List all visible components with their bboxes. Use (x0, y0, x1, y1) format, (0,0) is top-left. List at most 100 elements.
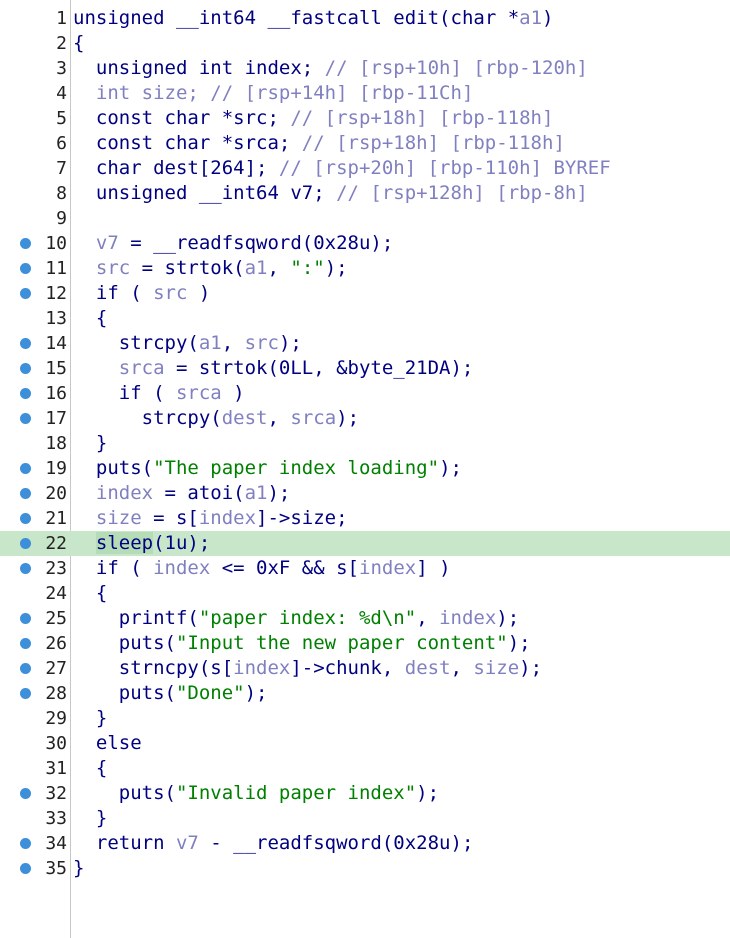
breakpoint-dot-icon[interactable] (20, 563, 31, 574)
code-line-9[interactable]: 9 (0, 206, 730, 231)
code-line-25[interactable]: 25 printf("paper index: %d\n", index); (0, 606, 730, 631)
code-line-10[interactable]: 10 v7 = __readfsqword(0x28u); (0, 231, 730, 256)
code-text[interactable]: int size; // [rsp+14h] [rbp-11Ch] (73, 81, 474, 106)
breakpoint-dot-icon[interactable] (20, 663, 31, 674)
line-gutter[interactable]: 24 (0, 581, 70, 606)
code-text[interactable]: if ( src ) (73, 281, 210, 306)
breakpoint-dot-icon[interactable] (20, 363, 31, 374)
code-line-34[interactable]: 34 return v7 - __readfsqword(0x28u); (0, 831, 730, 856)
line-gutter[interactable]: 2 (0, 31, 70, 56)
code-text[interactable]: strcpy(dest, srca); (73, 406, 359, 431)
code-line-13[interactable]: 13 { (0, 306, 730, 331)
line-gutter[interactable]: 26 (0, 631, 70, 656)
line-gutter[interactable]: 3 (0, 56, 70, 81)
code-text[interactable]: if ( srca ) (73, 381, 245, 406)
code-line-32[interactable]: 32 puts("Invalid paper index"); (0, 781, 730, 806)
pseudocode-editor[interactable]: 1 unsigned __int64 __fastcall edit(char *… (0, 0, 730, 938)
breakpoint-dot-icon[interactable] (20, 538, 31, 549)
line-gutter[interactable]: 16 (0, 381, 70, 406)
code-line-22[interactable]: 22 sleep(1u); (0, 531, 730, 556)
code-text[interactable]: puts("Done"); (73, 681, 268, 706)
line-gutter[interactable]: 23 (0, 556, 70, 581)
code-text[interactable]: src = strtok(a1, ":"); (73, 256, 348, 281)
line-gutter[interactable]: 7 (0, 156, 70, 181)
line-gutter[interactable]: 6 (0, 131, 70, 156)
code-line-21[interactable]: 21 size = s[index]->size; (0, 506, 730, 531)
line-gutter[interactable]: 20 (0, 481, 70, 506)
code-text[interactable]: size = s[index]->size; (73, 506, 348, 531)
line-gutter[interactable]: 9 (0, 206, 70, 231)
code-line-20[interactable]: 20 index = atoi(a1); (0, 481, 730, 506)
code-text[interactable]: else (73, 731, 142, 756)
code-text[interactable]: const char *srca; // [rsp+18h] [rbp-118h… (73, 131, 565, 156)
line-gutter[interactable]: 27 (0, 656, 70, 681)
code-text[interactable]: } (73, 706, 107, 731)
breakpoint-dot-icon[interactable] (20, 788, 31, 799)
line-gutter[interactable]: 8 (0, 181, 70, 206)
code-line-23[interactable]: 23 if ( index <= 0xF && s[index] ) (0, 556, 730, 581)
line-gutter[interactable]: 15 (0, 356, 70, 381)
breakpoint-dot-icon[interactable] (20, 513, 31, 524)
breakpoint-dot-icon[interactable] (20, 263, 31, 274)
code-text[interactable]: printf("paper index: %d\n", index); (73, 606, 519, 631)
breakpoint-dot-icon[interactable] (20, 463, 31, 474)
line-gutter[interactable]: 28 (0, 681, 70, 706)
code-text[interactable]: const char *src; // [rsp+18h] [rbp-118h] (73, 106, 554, 131)
code-line-17[interactable]: 17 strcpy(dest, srca); (0, 406, 730, 431)
line-gutter[interactable]: 5 (0, 106, 70, 131)
code-line-15[interactable]: 15 srca = strtok(0LL, &byte_21DA); (0, 356, 730, 381)
code-line-28[interactable]: 28 puts("Done"); (0, 681, 730, 706)
line-gutter[interactable]: 25 (0, 606, 70, 631)
line-gutter[interactable]: 4 (0, 81, 70, 106)
line-gutter[interactable]: 32 (0, 781, 70, 806)
breakpoint-dot-icon[interactable] (20, 238, 31, 249)
code-line-26[interactable]: 26 puts("Input the new paper content"); (0, 631, 730, 656)
code-line-5[interactable]: 5 const char *src; // [rsp+18h] [rbp-118… (0, 106, 730, 131)
code-line-2[interactable]: 2{ (0, 31, 730, 56)
line-gutter[interactable]: 18 (0, 431, 70, 456)
code-line-12[interactable]: 12 if ( src ) (0, 281, 730, 306)
breakpoint-dot-icon[interactable] (20, 413, 31, 424)
code-text[interactable]: puts("The paper index loading"); (73, 456, 462, 481)
code-text[interactable]: v7 = __readfsqword(0x28u); (73, 231, 393, 256)
line-gutter[interactable]: 12 (0, 281, 70, 306)
line-gutter[interactable]: 34 (0, 831, 70, 856)
code-line-16[interactable]: 16 if ( srca ) (0, 381, 730, 406)
code-line-14[interactable]: 14 strcpy(a1, src); (0, 331, 730, 356)
code-line-4[interactable]: 4 int size; // [rsp+14h] [rbp-11Ch] (0, 81, 730, 106)
code-line-30[interactable]: 30 else (0, 731, 730, 756)
breakpoint-dot-icon[interactable] (20, 863, 31, 874)
line-gutter[interactable]: 29 (0, 706, 70, 731)
line-gutter[interactable]: 22 (0, 531, 70, 556)
code-text[interactable]: strcpy(a1, src); (73, 331, 302, 356)
line-gutter[interactable]: 21 (0, 506, 70, 531)
breakpoint-dot-icon[interactable] (20, 638, 31, 649)
line-gutter[interactable]: 10 (0, 231, 70, 256)
line-gutter[interactable]: 13 (0, 306, 70, 331)
breakpoint-dot-icon[interactable] (20, 288, 31, 299)
code-line-35[interactable]: 35} (0, 856, 730, 881)
code-line-8[interactable]: 8 unsigned __int64 v7; // [rsp+128h] [rb… (0, 181, 730, 206)
code-text[interactable]: { (73, 581, 107, 606)
line-gutter[interactable]: 35 (0, 856, 70, 881)
code-line-27[interactable]: 27 strncpy(s[index]->chunk, dest, size); (0, 656, 730, 681)
code-text[interactable]: return v7 - __readfsqword(0x28u); (73, 831, 474, 856)
code-text[interactable]: { (73, 306, 107, 331)
breakpoint-dot-icon[interactable] (20, 338, 31, 349)
code-line-18[interactable]: 18 } (0, 431, 730, 456)
code-text[interactable]: { (73, 756, 107, 781)
code-line-19[interactable]: 19 puts("The paper index loading"); (0, 456, 730, 481)
code-text[interactable]: } (73, 856, 84, 881)
code-text[interactable]: } (73, 806, 107, 831)
code-text[interactable]: if ( index <= 0xF && s[index] ) (73, 556, 451, 581)
code-text[interactable]: { (73, 31, 84, 56)
code-line-31[interactable]: 31 { (0, 756, 730, 781)
line-gutter[interactable]: 11 (0, 256, 70, 281)
code-line-7[interactable]: 7 char dest[264]; // [rsp+20h] [rbp-110h… (0, 156, 730, 181)
code-line-3[interactable]: 3 unsigned int index; // [rsp+10h] [rbp-… (0, 56, 730, 81)
code-line-6[interactable]: 6 const char *srca; // [rsp+18h] [rbp-11… (0, 131, 730, 156)
code-line-1[interactable]: 1 unsigned __int64 __fastcall edit(char *… (0, 6, 730, 31)
breakpoint-dot-icon[interactable] (20, 838, 31, 849)
line-gutter[interactable]: 31 (0, 756, 70, 781)
code-text[interactable]: unsigned int index; // [rsp+10h] [rbp-12… (73, 56, 588, 81)
